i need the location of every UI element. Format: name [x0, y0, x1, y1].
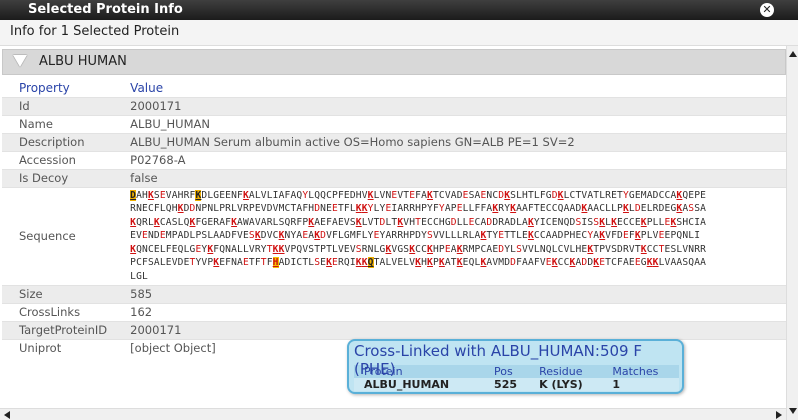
value-column-header[interactable]: Value: [127, 75, 786, 97]
property-label: Sequence: [2, 186, 128, 286]
sequence-text[interactable]: DAHKSEVAHRFKDLGEENFKALVLIAFAQYLQQCPFEDHV…: [130, 189, 780, 284]
tooltip-table: Protein Pos Residue Matches ALBU_HUMAN 5…: [354, 365, 679, 391]
sequence-line: EVENDEMPADLPSLAADFVESKDVCKNYAEAKDVFLGMFL…: [130, 230, 701, 242]
table-row: CrossLinks 162: [2, 302, 786, 322]
tooltip-header-protein: Protein: [354, 365, 485, 378]
sequence-line: RNECFLQHKDDNPNLPRLVRPEVDVMCTAFHDNEETFLKK…: [130, 203, 707, 215]
window-title: Selected Protein Info: [28, 2, 183, 17]
property-label: Name: [2, 114, 128, 133]
property-value: false: [127, 168, 786, 187]
property-column-header[interactable]: Property: [2, 75, 128, 97]
property-value: ALBU_HUMAN Serum albumin active OS=Homo …: [127, 132, 786, 151]
window-titlebar[interactable]: Selected Protein Info ✕: [0, 0, 798, 20]
property-label: Uniprot: [2, 338, 128, 358]
scroll-right-icon[interactable]: [776, 411, 782, 419]
table-row: Id 2000171: [2, 96, 786, 115]
scroll-down-icon[interactable]: [789, 408, 797, 414]
sequence-line: KQRLKCASLQKFGERAFKAWAVARLSQRFPKAEFAEVSKL…: [130, 216, 707, 228]
tooltip-header-pos: Pos: [484, 365, 530, 378]
table-row: Sequence DAHKSEVAHRFKDLGEENFKALVLIAFAQYL…: [2, 186, 786, 286]
property-label: CrossLinks: [2, 302, 128, 322]
tooltip-title: Cross-Linked with ALBU_HUMAN:509 F (PHE): [354, 342, 642, 378]
tooltip-protein: ALBU_HUMAN: [354, 378, 485, 391]
close-icon[interactable]: ✕: [760, 3, 774, 17]
table-row: Description ALBU_HUMAN Serum albumin act…: [2, 132, 786, 151]
sequence-line: KQNCELFEQLGEYKFQNALLVRYTKKVPQVSTPTLVEVSR…: [130, 243, 707, 255]
collapse-triangle-icon[interactable]: [13, 54, 27, 67]
property-label: Id: [2, 96, 128, 115]
property-value: 2000171: [127, 320, 786, 340]
selection-summary: Info for 1 Selected Protein: [0, 20, 798, 46]
table-row: TargetProteinID 2000171: [2, 320, 786, 340]
property-label: Is Decoy: [2, 168, 128, 187]
table-row: Size 585: [2, 284, 786, 304]
property-label: Size: [2, 284, 128, 304]
tooltip-pos: 525: [484, 378, 530, 391]
sequence-value: DAHKSEVAHRFKDLGEENFKALVLIAFAQYLQQCPFEDHV…: [127, 186, 786, 286]
scroll-left-icon[interactable]: [4, 411, 10, 419]
tooltip-matches: 1: [602, 378, 679, 391]
panel-tab-icon: [0, 0, 22, 20]
scroll-up-icon[interactable]: [789, 51, 797, 57]
protein-section-title: ALBU HUMAN: [39, 54, 127, 69]
tooltip-header-residue: Residue: [529, 365, 603, 378]
property-value: P02768-A: [127, 150, 786, 169]
sequence-line: DAHKSEVAHRFKDLGEENFKALVLIAFAQYLQQCPFEDHV…: [130, 189, 707, 201]
horizontal-scrollbar[interactable]: [0, 408, 786, 420]
sequence-line: PCFSALEVDETYVPKEFNAETFTFHADICTLSEKERQIKK…: [130, 257, 707, 269]
property-label: Description: [2, 132, 128, 151]
sequence-line: LGL: [130, 271, 148, 283]
property-label: Accession: [2, 150, 128, 169]
crosslink-tooltip: Cross-Linked with ALBU_HUMAN:509 F (PHE)…: [347, 339, 684, 394]
property-value: 162: [127, 302, 786, 322]
protein-section-header[interactable]: ALBU HUMAN: [2, 49, 786, 75]
tooltip-header-matches: Matches: [602, 365, 679, 378]
property-value: ALBU_HUMAN: [127, 114, 786, 133]
property-value: 2000171: [127, 96, 786, 115]
property-table: Property Value Id 2000171 Name ALBU_HUMA…: [2, 75, 786, 358]
property-value: 585: [127, 284, 786, 304]
property-label: TargetProteinID: [2, 320, 128, 340]
table-row: Accession P02768-A: [2, 150, 786, 169]
table-row: Name ALBU_HUMAN: [2, 114, 786, 133]
tooltip-residue: K (LYS): [529, 378, 603, 391]
vertical-scrollbar[interactable]: [786, 46, 798, 420]
table-row: Is Decoy false: [2, 168, 786, 187]
